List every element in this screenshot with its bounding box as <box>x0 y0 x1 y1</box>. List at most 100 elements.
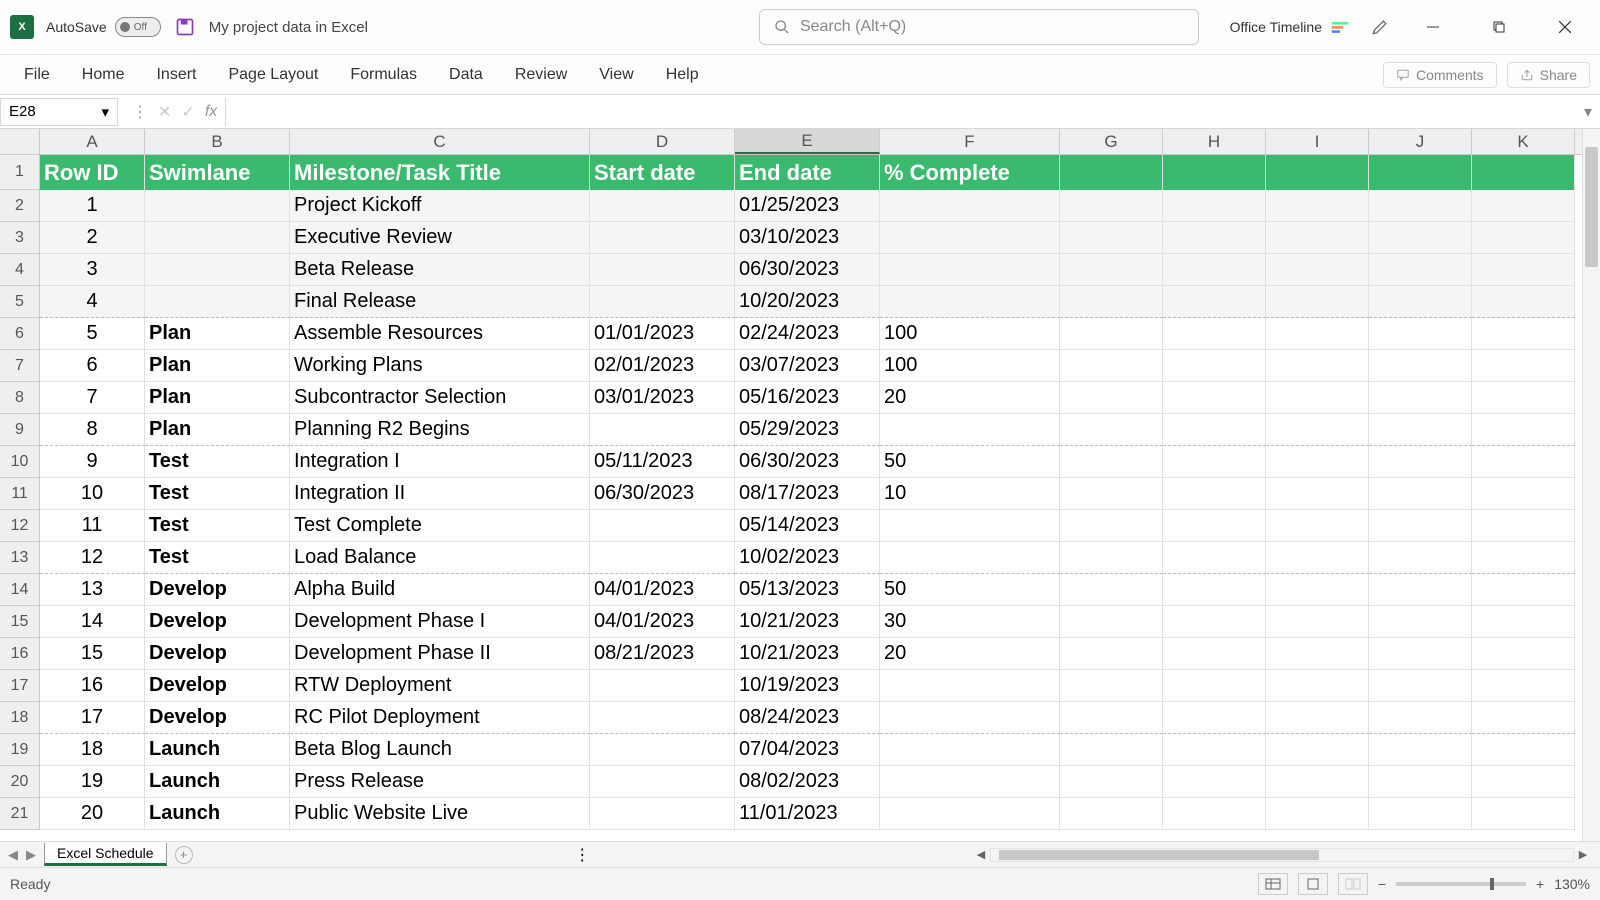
cell[interactable]: 6 <box>40 350 145 382</box>
cell[interactable]: 03/10/2023 <box>735 222 880 254</box>
cell[interactable]: RC Pilot Deployment <box>290 702 590 734</box>
cell[interactable]: 11/01/2023 <box>735 798 880 830</box>
cell[interactable] <box>1369 190 1472 222</box>
cell[interactable]: Launch <box>145 766 290 798</box>
cell[interactable]: 20 <box>40 798 145 830</box>
cell[interactable]: Subcontractor Selection <box>290 382 590 414</box>
cell[interactable] <box>1060 382 1163 414</box>
header-cell[interactable] <box>1369 155 1472 190</box>
row-header-8[interactable]: 8 <box>0 382 40 414</box>
cell[interactable] <box>880 766 1060 798</box>
cell[interactable] <box>590 190 735 222</box>
spreadsheet-grid[interactable]: ABCDEFGHIJK 1234567891011121314151617181… <box>0 129 1582 867</box>
cell[interactable] <box>880 286 1060 318</box>
cell[interactable]: Plan <box>145 318 290 350</box>
cell[interactable]: 10 <box>880 478 1060 510</box>
cell[interactable] <box>880 734 1060 766</box>
cell[interactable]: 20 <box>880 638 1060 670</box>
cell[interactable] <box>1369 382 1472 414</box>
row-header-1[interactable]: 1 <box>0 155 40 190</box>
cell[interactable]: Planning R2 Begins <box>290 414 590 446</box>
cell[interactable]: Beta Blog Launch <box>290 734 590 766</box>
cell[interactable] <box>1060 798 1163 830</box>
cell[interactable] <box>880 254 1060 286</box>
cell[interactable]: Development Phase II <box>290 638 590 670</box>
cell[interactable] <box>1163 798 1266 830</box>
cell[interactable]: 06/30/2023 <box>735 446 880 478</box>
cell[interactable] <box>1266 734 1369 766</box>
fx-icon[interactable]: fx <box>205 103 217 121</box>
cell[interactable]: Public Website Live <box>290 798 590 830</box>
header-cell[interactable]: Start date <box>590 155 735 190</box>
row-header-5[interactable]: 5 <box>0 286 40 318</box>
cell[interactable] <box>1163 766 1266 798</box>
cell[interactable]: 06/30/2023 <box>735 254 880 286</box>
cell[interactable] <box>1163 638 1266 670</box>
cell[interactable] <box>590 542 735 574</box>
scroll-right-icon[interactable]: ▶ <box>1574 848 1592 862</box>
cell[interactable] <box>145 190 290 222</box>
cell[interactable] <box>1369 350 1472 382</box>
cell[interactable] <box>1472 286 1575 318</box>
cell[interactable] <box>1472 222 1575 254</box>
cell[interactable]: RTW Deployment <box>290 670 590 702</box>
name-box[interactable]: E28 ▾ <box>0 98 118 126</box>
cell[interactable] <box>1266 286 1369 318</box>
cell[interactable]: 08/21/2023 <box>590 638 735 670</box>
scroll-thumb[interactable] <box>1585 147 1598 267</box>
cell[interactable] <box>1472 190 1575 222</box>
cell[interactable] <box>1266 638 1369 670</box>
cell[interactable] <box>880 702 1060 734</box>
cell[interactable]: Development Phase I <box>290 606 590 638</box>
cell[interactable]: Develop <box>145 574 290 606</box>
sheet-nav-prev[interactable]: ◀ <box>8 847 18 863</box>
row-header-13[interactable]: 13 <box>0 542 40 574</box>
cell[interactable] <box>1472 798 1575 830</box>
cell[interactable]: Integration II <box>290 478 590 510</box>
close-button[interactable] <box>1542 7 1588 47</box>
ribbon-tab-review[interactable]: Review <box>501 60 581 90</box>
comments-button[interactable]: Comments <box>1383 62 1497 88</box>
cell[interactable] <box>1060 318 1163 350</box>
cell[interactable] <box>1369 446 1472 478</box>
horizontal-scrollbar[interactable]: ◀ ▶ <box>972 848 1592 862</box>
cell[interactable] <box>1163 414 1266 446</box>
ribbon-tab-file[interactable]: File <box>10 60 64 90</box>
cell[interactable]: Test <box>145 478 290 510</box>
cell[interactable] <box>1060 478 1163 510</box>
page-layout-view-button[interactable] <box>1298 873 1328 895</box>
cell[interactable] <box>1369 286 1472 318</box>
cells-area[interactable]: Row IDSwimlaneMilestone/Task TitleStart … <box>40 155 1582 867</box>
ribbon-tab-view[interactable]: View <box>585 60 647 90</box>
cell[interactable]: 05/29/2023 <box>735 414 880 446</box>
autosave-toggle[interactable]: AutoSave Off <box>46 17 161 37</box>
zoom-in-button[interactable]: + <box>1536 876 1544 892</box>
cell[interactable] <box>880 670 1060 702</box>
cell[interactable]: Develop <box>145 638 290 670</box>
cell[interactable] <box>1163 382 1266 414</box>
cell[interactable]: Working Plans <box>290 350 590 382</box>
share-button[interactable]: Share <box>1507 62 1590 88</box>
cell[interactable] <box>1060 286 1163 318</box>
row-header-2[interactable]: 2 <box>0 190 40 222</box>
cell[interactable] <box>1163 318 1266 350</box>
cell[interactable]: 1 <box>40 190 145 222</box>
cell[interactable] <box>1472 766 1575 798</box>
cell[interactable] <box>1369 734 1472 766</box>
cell[interactable]: 20 <box>880 382 1060 414</box>
cell[interactable] <box>1163 222 1266 254</box>
cell[interactable]: 2 <box>40 222 145 254</box>
zoom-level[interactable]: 130% <box>1554 876 1590 892</box>
cell[interactable]: 04/01/2023 <box>590 574 735 606</box>
cell[interactable] <box>1369 510 1472 542</box>
row-header-19[interactable]: 19 <box>0 734 40 766</box>
header-cell[interactable] <box>1266 155 1369 190</box>
cell[interactable] <box>1060 734 1163 766</box>
column-header-A[interactable]: A <box>40 129 145 154</box>
cell[interactable] <box>1369 542 1472 574</box>
cell[interactable]: 8 <box>40 414 145 446</box>
normal-view-button[interactable] <box>1258 873 1288 895</box>
cell[interactable] <box>1266 510 1369 542</box>
cell[interactable] <box>1163 542 1266 574</box>
header-cell[interactable]: % Complete <box>880 155 1060 190</box>
